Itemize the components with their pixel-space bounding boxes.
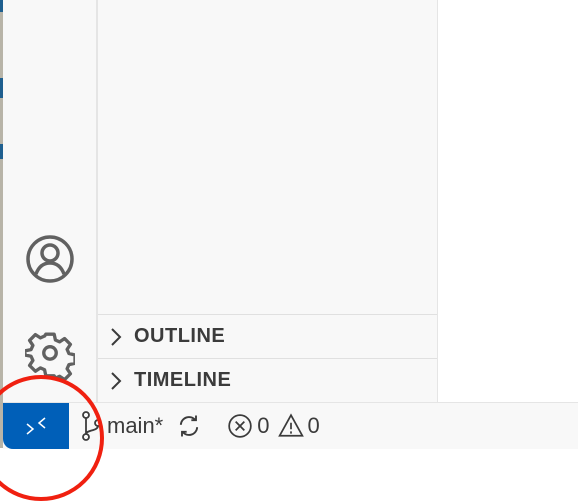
remote-button[interactable] [3, 403, 69, 449]
account-icon[interactable] [25, 234, 75, 284]
remote-icon [26, 417, 46, 435]
git-branch-icon [82, 411, 102, 441]
problems-button[interactable]: 0 0 [227, 413, 320, 439]
section-label: OUTLINE [134, 325, 226, 347]
error-count: 0 [257, 413, 270, 438]
gear-icon[interactable] [25, 330, 75, 380]
sync-button[interactable] [175, 412, 203, 440]
sidebar: OUTLINE TIMELINE [98, 0, 437, 402]
warning-count: 0 [307, 413, 320, 438]
activity-bar [3, 0, 96, 402]
branch-name: main* [107, 413, 164, 438]
editor-area [438, 0, 578, 402]
sync-icon [180, 415, 199, 437]
section-timeline[interactable]: TIMELINE [98, 358, 437, 402]
section-outline[interactable]: OUTLINE [98, 314, 437, 358]
status-bar: main* 0 0 [3, 402, 578, 449]
section-label: TIMELINE [134, 369, 232, 391]
chevron-right-icon [111, 327, 122, 346]
chevron-right-icon [111, 371, 122, 390]
error-icon [228, 414, 252, 438]
warning-icon [277, 413, 304, 437]
branch-button[interactable]: main* [81, 410, 163, 442]
